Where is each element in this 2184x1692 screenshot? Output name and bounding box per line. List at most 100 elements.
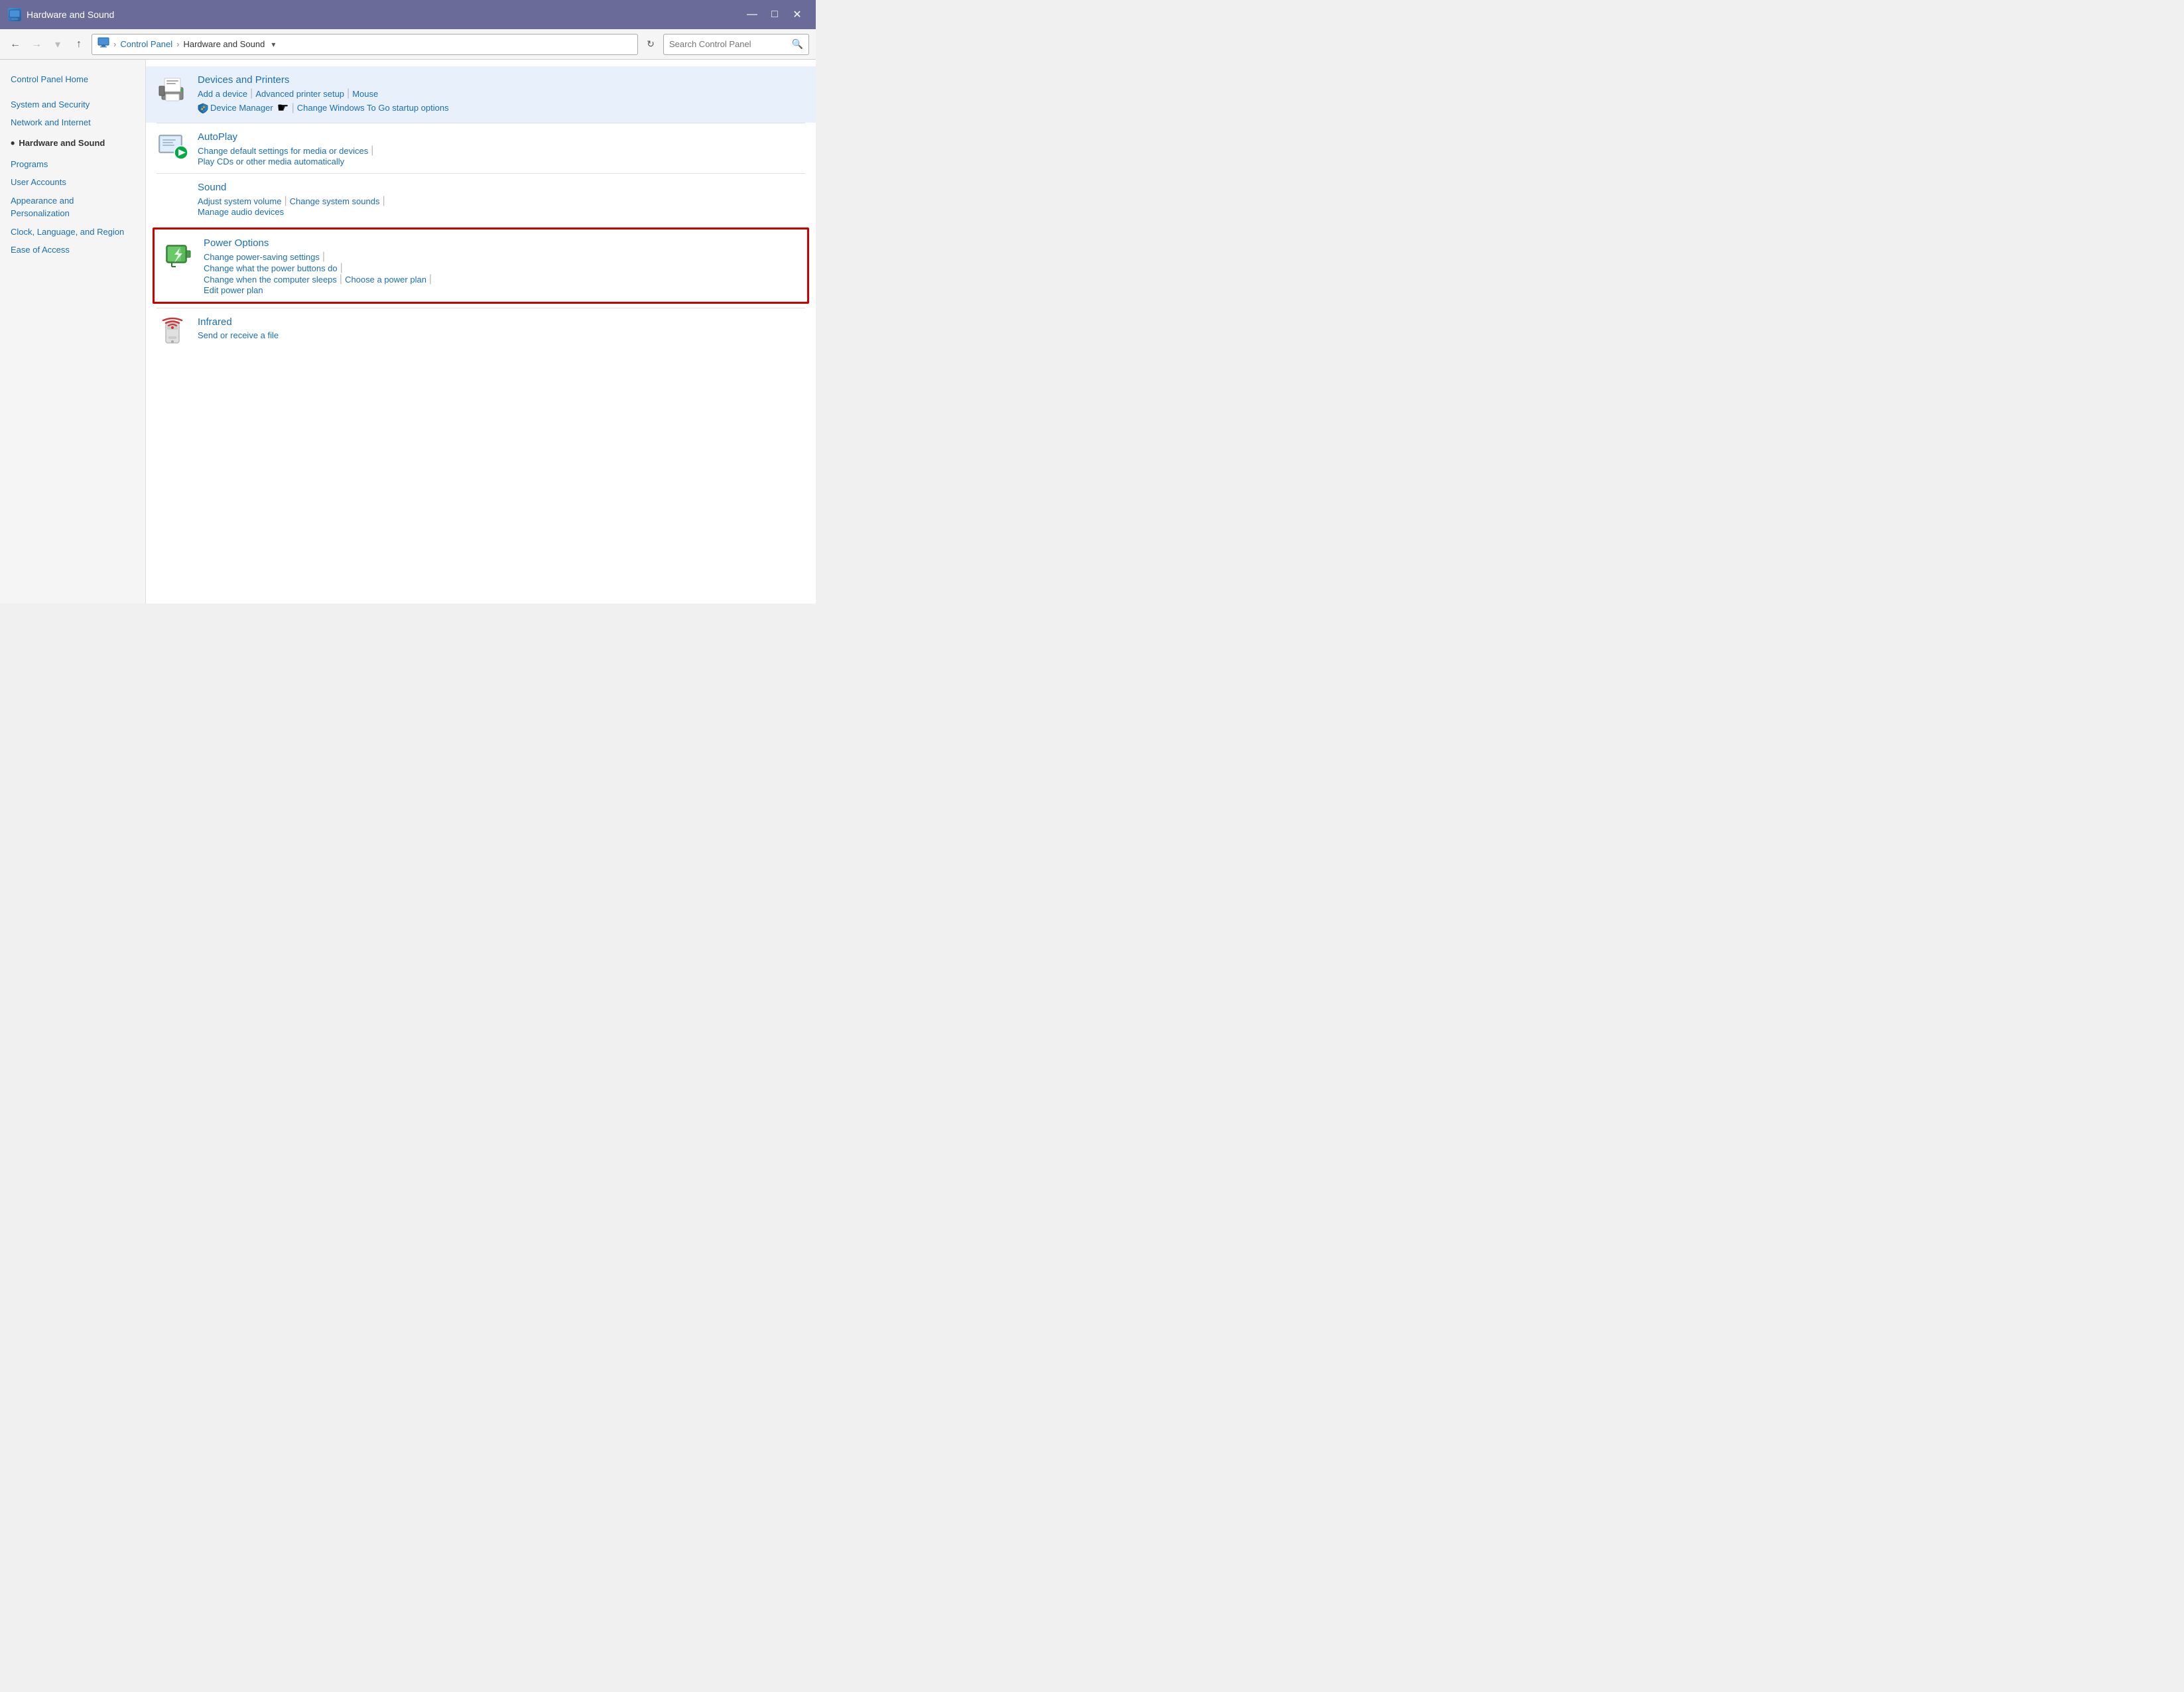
control-panel-home-link[interactable]: Control Panel Home (11, 74, 88, 84)
sep2: | (347, 88, 350, 99)
power-options-title[interactable]: Power Options (204, 237, 269, 249)
power-options-content: Power Options Change power-saving settin… (204, 236, 799, 295)
autoplay-links1: Change default settings for media or dev… (198, 145, 805, 156)
change-default-settings-link[interactable]: Change default settings for media or dev… (198, 146, 368, 156)
infrared-content: Infrared Send or receive a file (198, 315, 805, 340)
category-power-options: Power Options Change power-saving settin… (153, 228, 809, 304)
clock-link[interactable]: Clock, Language, and Region (11, 227, 124, 237)
path-hardware-sound: Hardware and Sound (183, 39, 265, 49)
forward-button[interactable]: → (28, 36, 45, 53)
sep1: | (250, 88, 253, 99)
computer-sleep-link[interactable]: Change when the computer sleeps (204, 275, 337, 285)
power-options-inner: Power Options Change power-saving settin… (162, 236, 799, 295)
edit-power-plan-link[interactable]: Edit power plan (204, 285, 263, 295)
autoplay-title[interactable]: AutoPlay (198, 131, 237, 143)
path-separator: › (113, 39, 116, 49)
sep7: | (322, 251, 325, 262)
power-links3: Change when the computer sleeps | Choose… (204, 274, 799, 285)
manage-audio-link[interactable]: Manage audio devices (198, 207, 284, 217)
device-manager-shield-link[interactable]: ✓ Device Manager (198, 103, 273, 113)
network-internet-link[interactable]: Network and Internet (11, 117, 91, 127)
up-button[interactable]: ↑ (70, 36, 88, 53)
change-sounds-link[interactable]: Change system sounds (290, 196, 380, 206)
sound-title[interactable]: Sound (198, 182, 226, 193)
dropdown-button[interactable]: ▾ (49, 36, 66, 53)
title-bar: Hardware and Sound — □ ✕ (0, 0, 816, 29)
devices-printers-links2: ✓ Device Manager ☛ | (198, 99, 805, 116)
sound-content: Sound Adjust system volume | Change syst… (198, 180, 805, 217)
power-buttons-link[interactable]: Change what the power buttons do (204, 263, 338, 273)
autoplay-icon (157, 131, 188, 163)
minimize-button[interactable]: — (741, 5, 763, 24)
refresh-button[interactable]: ↻ (642, 36, 659, 53)
path-icon (97, 36, 109, 52)
hardware-sound-label: Hardware and Sound (19, 137, 105, 150)
infrared-links1: Send or receive a file (198, 330, 805, 340)
category-sound: Sound Adjust system volume | Change syst… (146, 174, 816, 224)
autoplay-links2: Play CDs or other media automatically (198, 157, 805, 166)
windows-to-go-link[interactable]: Change Windows To Go startup options (297, 103, 449, 113)
user-accounts-link[interactable]: User Accounts (11, 177, 66, 187)
system-security-link[interactable]: System and Security (11, 99, 90, 109)
window-title: Hardware and Sound (27, 9, 114, 20)
adjust-volume-link[interactable]: Adjust system volume (198, 196, 281, 206)
sep8: | (340, 263, 343, 273)
content-area: Devices and Printers Add a device | Adva… (146, 60, 816, 604)
sep3: | (292, 103, 294, 113)
infrared-icon (157, 316, 188, 348)
maximize-button[interactable]: □ (764, 5, 785, 24)
sidebar: Control Panel Home System and Security N… (0, 60, 146, 604)
path-dropdown-button[interactable]: ▾ (271, 40, 275, 49)
devices-printers-content: Devices and Printers Add a device | Adva… (198, 73, 805, 116)
cursor-hand: ☛ (277, 99, 289, 116)
main-container: Control Panel Home System and Security N… (0, 60, 816, 604)
power-links4: Edit power plan (204, 285, 799, 295)
power-saving-link[interactable]: Change power-saving settings (204, 252, 320, 262)
shield-icon: ✓ (198, 103, 208, 113)
power-options-icon (162, 237, 194, 269)
sidebar-item-programs[interactable]: Programs (9, 155, 136, 174)
sound-icon (157, 182, 188, 214)
add-device-link[interactable]: Add a device (198, 89, 247, 99)
sidebar-item-user-accounts[interactable]: User Accounts (9, 173, 136, 192)
appearance-link[interactable]: Appearance andPersonalization (11, 196, 74, 219)
play-cds-link[interactable]: Play CDs or other media automatically (198, 157, 344, 166)
power-plan-link[interactable]: Choose a power plan (345, 275, 426, 285)
window-controls: — □ ✕ (741, 5, 808, 24)
close-button[interactable]: ✕ (787, 5, 808, 24)
address-bar: ← → ▾ ↑ › Control Panel › Hardware and S… (0, 29, 816, 60)
search-box: 🔍 (663, 34, 809, 55)
devices-printers-icon (157, 74, 188, 106)
programs-link[interactable]: Programs (11, 159, 48, 169)
sep6: | (382, 196, 385, 206)
sidebar-item-ease-of-access[interactable]: Ease of Access (9, 241, 136, 259)
category-devices-printers: Devices and Printers Add a device | Adva… (146, 66, 816, 123)
sidebar-item-control-panel-home[interactable]: Control Panel Home (9, 70, 136, 89)
power-links1: Change power-saving settings | (204, 251, 799, 262)
infrared-title[interactable]: Infrared (198, 316, 232, 328)
sep5: | (284, 196, 287, 206)
devices-printers-title[interactable]: Devices and Printers (198, 74, 289, 86)
device-manager-label: Device Manager (210, 103, 273, 113)
sidebar-item-clock[interactable]: Clock, Language, and Region (9, 223, 136, 241)
sidebar-item-system-security[interactable]: System and Security (9, 96, 136, 114)
sidebar-item-network-internet[interactable]: Network and Internet (9, 113, 136, 132)
sidebar-item-hardware-sound: Hardware and Sound (9, 132, 136, 155)
address-path: › Control Panel › Hardware and Sound ▾ (92, 34, 638, 55)
sound-links1: Adjust system volume | Change system sou… (198, 196, 805, 206)
title-bar-left: Hardware and Sound (8, 8, 114, 21)
send-receive-file-link[interactable]: Send or receive a file (198, 330, 279, 340)
sidebar-item-appearance[interactable]: Appearance andPersonalization (9, 192, 136, 223)
autoplay-content: AutoPlay Change default settings for med… (198, 130, 805, 166)
app-icon (8, 8, 21, 21)
ease-of-access-link[interactable]: Ease of Access (11, 245, 70, 255)
mouse-link[interactable]: Mouse (352, 89, 378, 99)
search-icon: 🔍 (792, 38, 803, 50)
path-control-panel[interactable]: Control Panel (120, 39, 172, 49)
back-button[interactable]: ← (7, 36, 24, 53)
path-sep2: › (176, 39, 179, 49)
sep10: | (429, 274, 432, 285)
advanced-printer-link[interactable]: Advanced printer setup (255, 89, 344, 99)
devices-printers-links1: Add a device | Advanced printer setup | … (198, 88, 805, 99)
search-input[interactable] (669, 39, 792, 49)
